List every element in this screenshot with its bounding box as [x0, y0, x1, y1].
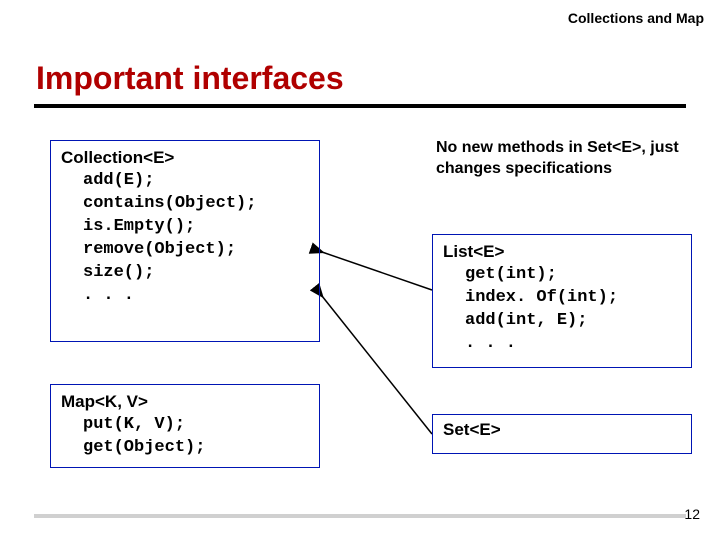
box-set: Set<E> — [432, 414, 692, 454]
slide: Collections and Map Important interfaces… — [0, 0, 720, 540]
set-note: No new methods in Set<E>, just changes s… — [436, 138, 696, 180]
list-head: List<E> — [443, 241, 681, 264]
list-body: get(int); index. Of(int); add(int, E); .… — [443, 264, 681, 356]
collection-body: add(E); contains(Object); is.Empty(); re… — [61, 170, 309, 308]
footer-rule — [34, 514, 686, 518]
map-head: Map<K, V> — [61, 391, 309, 414]
set-head: Set<E> — [443, 419, 681, 442]
box-list: List<E> get(int); index. Of(int); add(in… — [432, 234, 692, 368]
page-number: 12 — [684, 506, 700, 522]
slide-title: Important interfaces — [36, 60, 344, 97]
title-rule — [34, 104, 686, 108]
box-collection: Collection<E> add(E); contains(Object); … — [50, 140, 320, 342]
box-map: Map<K, V> put(K, V); get(Object); — [50, 384, 320, 468]
map-body: put(K, V); get(Object); — [61, 414, 309, 460]
collection-head: Collection<E> — [61, 147, 309, 170]
header-label: Collections and Map — [564, 10, 704, 27]
